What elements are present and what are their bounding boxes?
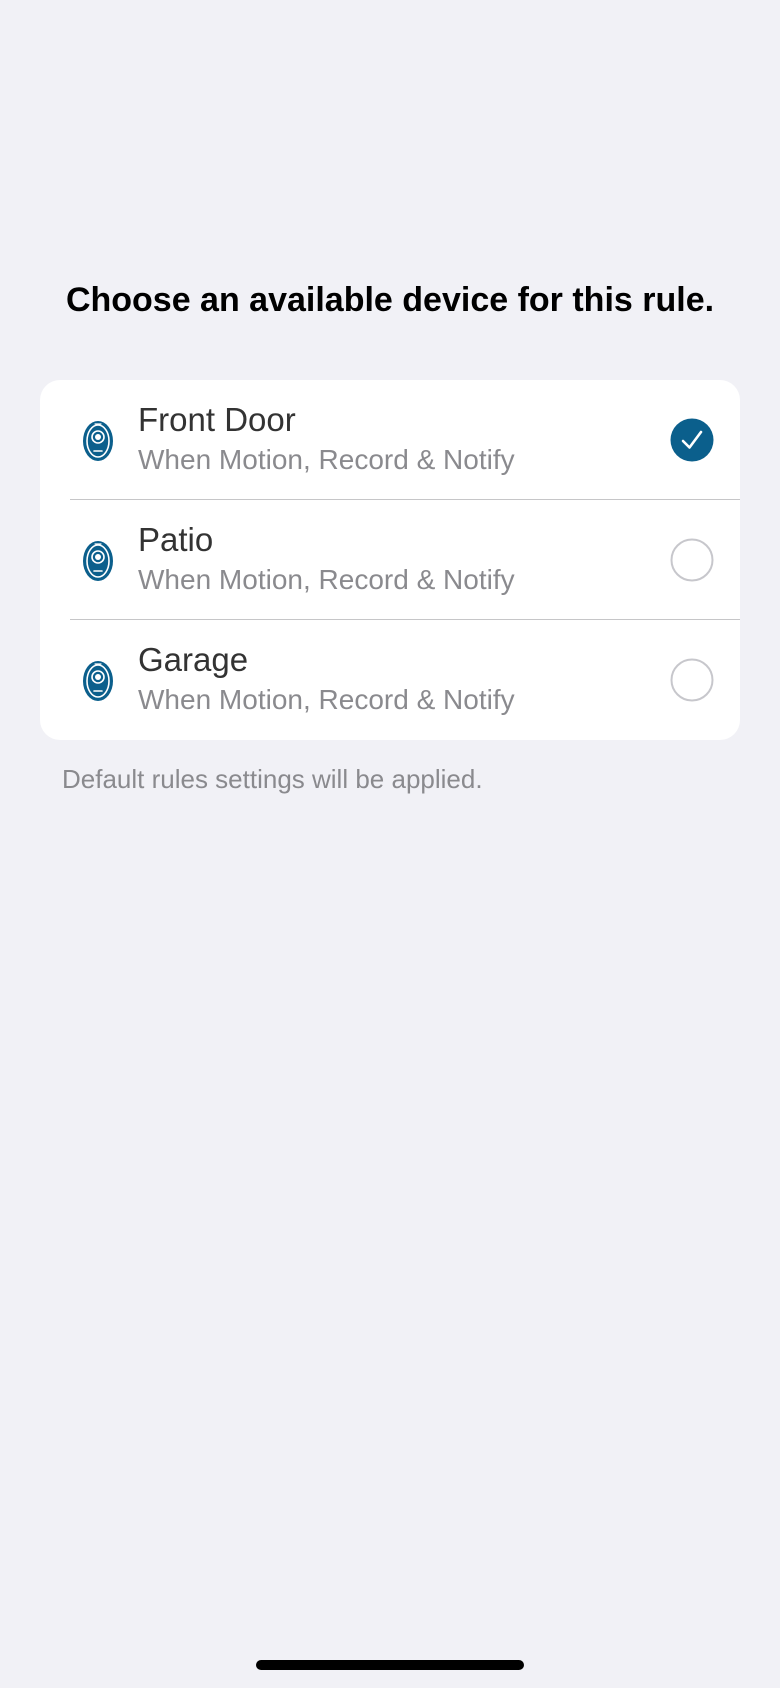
camera-icon — [83, 421, 113, 461]
device-list: Front Door When Motion, Record & Notify … — [40, 380, 740, 740]
camera-icon — [83, 661, 113, 701]
device-name: Front Door — [138, 401, 296, 438]
radio-unselected-icon[interactable] — [670, 538, 714, 582]
device-name: Patio — [138, 521, 214, 558]
device-row-front-door[interactable]: Front Door When Motion, Record & Notify — [40, 380, 740, 500]
camera-icon — [83, 541, 113, 581]
device-rule-summary: When Motion, Record & Notify — [138, 564, 515, 595]
page-title: Choose an available device for this rule… — [65, 281, 715, 319]
device-rule-summary: When Motion, Record & Notify — [138, 684, 515, 715]
home-indicator[interactable] — [256, 1660, 524, 1670]
device-row-patio[interactable]: Patio When Motion, Record & Notify — [40, 500, 740, 620]
device-name: Garage — [138, 641, 249, 678]
checkmark-selected-icon[interactable] — [670, 418, 714, 462]
footer-note: Default rules settings will be applied. — [62, 764, 483, 794]
radio-unselected-icon[interactable] — [670, 658, 714, 702]
device-row-garage[interactable]: Garage When Motion, Record & Notify — [40, 620, 740, 740]
device-rule-summary: When Motion, Record & Notify — [138, 444, 515, 475]
